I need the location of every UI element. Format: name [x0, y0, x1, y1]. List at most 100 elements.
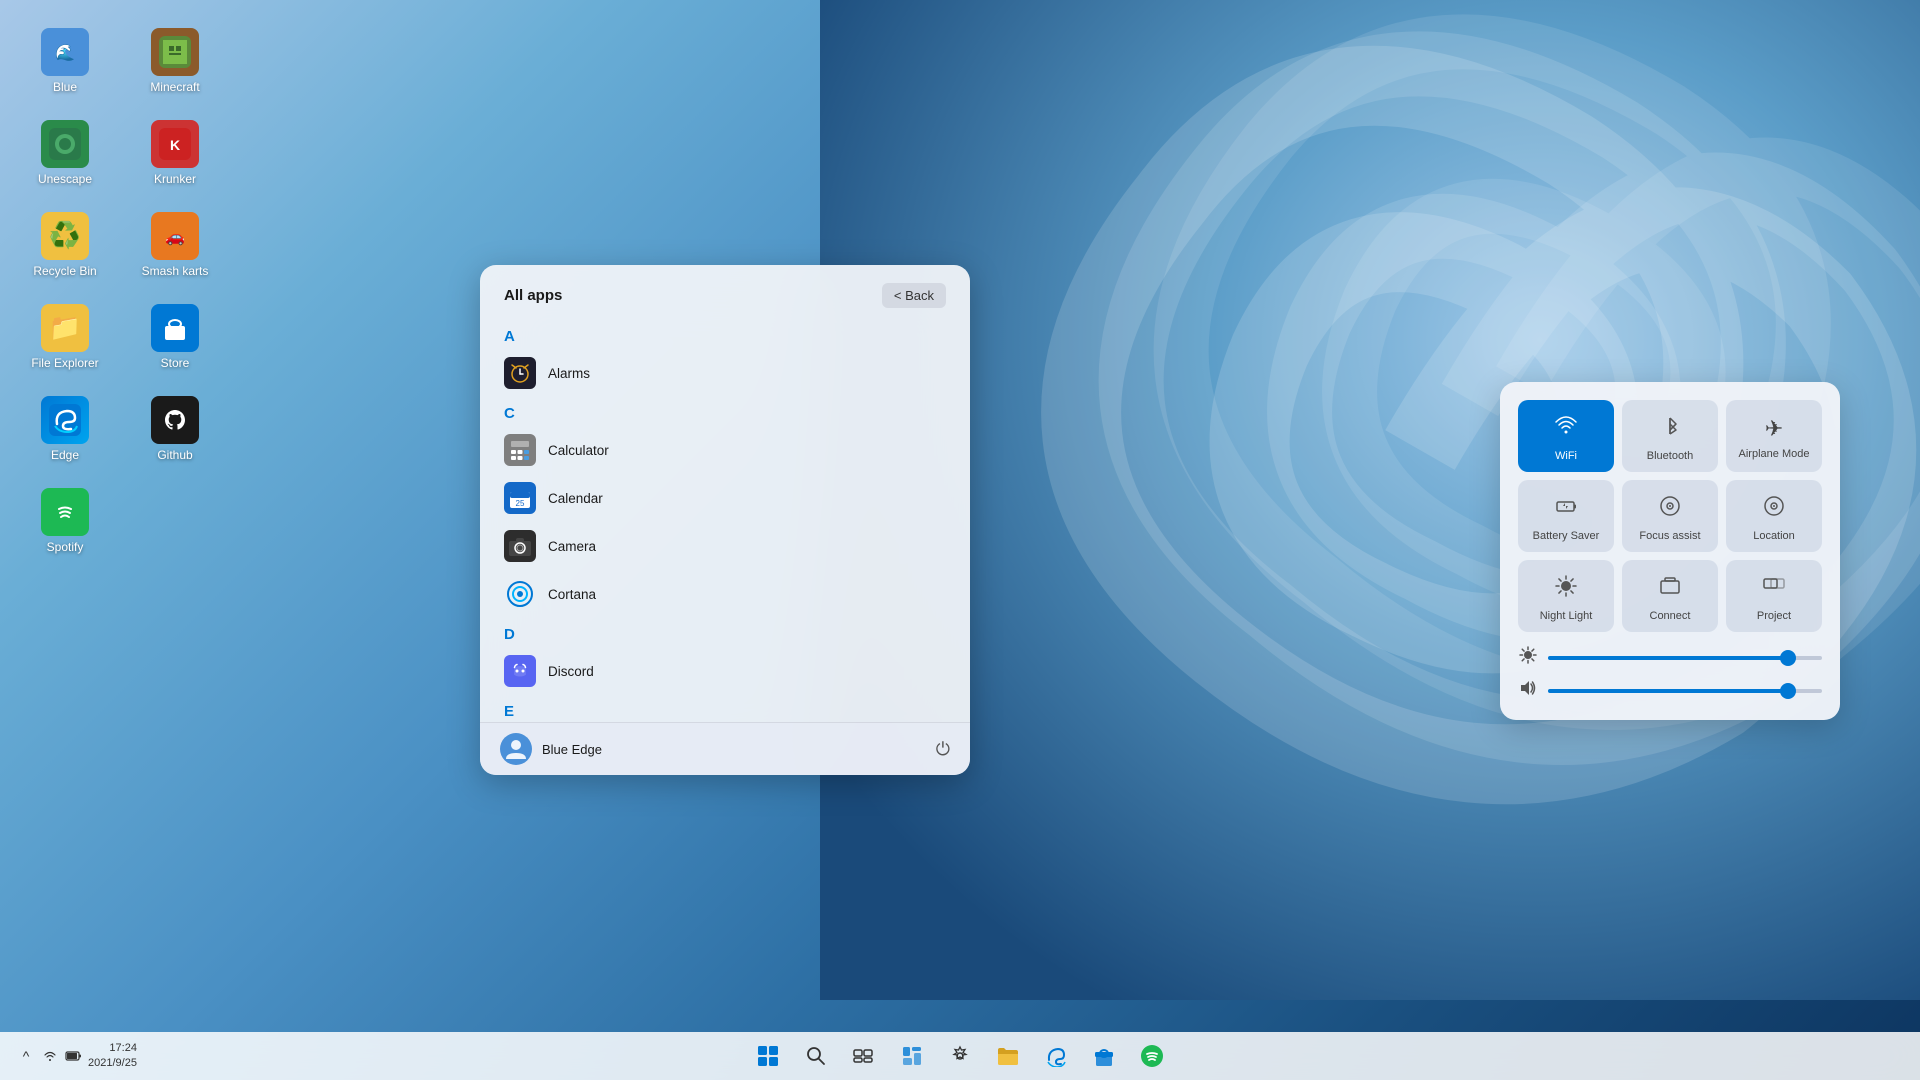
- github-icon-img: [151, 396, 199, 444]
- power-button[interactable]: ⏻: [936, 739, 950, 760]
- qs-tile-wifi[interactable]: WiFi: [1518, 400, 1614, 472]
- app-item-cortana[interactable]: Cortana: [496, 570, 954, 618]
- desktop-icon-blue[interactable]: 🌊 Blue: [20, 20, 110, 102]
- project-label: Project: [1757, 610, 1791, 622]
- cortana-label: Cortana: [548, 587, 596, 602]
- krunker-icon-img: K: [151, 120, 199, 168]
- desktop-icon-github[interactable]: Github: [130, 388, 220, 470]
- settings-taskbar-button[interactable]: [940, 1036, 980, 1076]
- volume-slider-row: [1518, 679, 1822, 702]
- location-icon: [1762, 494, 1786, 524]
- recycle-icon-img: ♻️: [41, 212, 89, 260]
- svg-text:🌊: 🌊: [55, 43, 75, 62]
- system-clock[interactable]: 17:24 2021/9/25: [88, 1041, 137, 1072]
- calendar-label: Calendar: [548, 491, 603, 506]
- recycle-icon-label: Recycle Bin: [33, 264, 96, 278]
- svg-text:🚗: 🚗: [165, 229, 185, 246]
- desktop-icon-minecraft[interactable]: Minecraft: [130, 20, 220, 102]
- calculator-label: Calculator: [548, 443, 609, 458]
- qs-tile-connect[interactable]: Connect: [1622, 560, 1718, 632]
- app-item-camera[interactable]: Camera: [496, 522, 954, 570]
- start-menu-header: All apps < Back: [480, 265, 970, 320]
- all-apps-title: All apps: [504, 287, 562, 304]
- desktop-icon-store[interactable]: Store: [130, 296, 220, 378]
- section-d-header: D: [496, 618, 954, 647]
- cortana-icon: [504, 578, 536, 610]
- bluetooth-label: Bluetooth: [1647, 450, 1693, 462]
- edge-taskbar-button[interactable]: [1036, 1036, 1076, 1076]
- start-menu: All apps < Back A Alarms C Calculator 25…: [480, 265, 970, 775]
- minecraft-icon-label: Minecraft: [150, 80, 199, 94]
- desktop-icon-smash[interactable]: 🚗 Smash karts: [130, 204, 220, 286]
- connect-label: Connect: [1650, 610, 1691, 622]
- fileexplorer-icon-label: File Explorer: [31, 356, 98, 370]
- desktop-icon-recycle[interactable]: ♻️ Recycle Bin: [20, 204, 110, 286]
- taskview-button[interactable]: [844, 1036, 884, 1076]
- battery-saver-icon: [1554, 494, 1578, 524]
- project-icon: [1762, 574, 1786, 604]
- airplane-label: Airplane Mode: [1739, 448, 1810, 460]
- qs-tiles-grid: WiFi Bluetooth ✈ Airplane Mode Battery S…: [1518, 400, 1822, 632]
- wifi-icon: [1554, 414, 1578, 444]
- spotify-icon-img: [41, 488, 89, 536]
- brightness-icon: [1518, 646, 1538, 669]
- nightlight-icon: [1554, 574, 1578, 604]
- start-menu-footer: Blue Edge ⏻: [480, 722, 970, 775]
- app-item-calendar[interactable]: 25 Calendar: [496, 474, 954, 522]
- desktop-icon-unescape[interactable]: Unescape: [20, 112, 110, 194]
- airplane-icon: ✈: [1765, 416, 1783, 442]
- tray-wifi[interactable]: [40, 1046, 60, 1066]
- spotify-taskbar-button[interactable]: [1132, 1036, 1172, 1076]
- smash-icon-img: 🚗: [151, 212, 199, 260]
- github-icon-label: Github: [157, 448, 192, 462]
- user-avatar: [500, 733, 532, 765]
- fileexplorer-taskbar-button[interactable]: [988, 1036, 1028, 1076]
- alarms-icon: [504, 357, 536, 389]
- widgets-button[interactable]: [892, 1036, 932, 1076]
- section-a-header: A: [496, 320, 954, 349]
- unescape-icon-label: Unescape: [38, 172, 92, 186]
- qs-tile-nightlight[interactable]: Night Light: [1518, 560, 1614, 632]
- alarms-label: Alarms: [548, 366, 590, 381]
- tray-battery[interactable]: [64, 1046, 84, 1066]
- start-button[interactable]: [748, 1036, 788, 1076]
- desktop-icon-fileexplorer[interactable]: 📁 File Explorer: [20, 296, 110, 378]
- brightness-slider[interactable]: [1548, 656, 1822, 660]
- wifi-label: WiFi: [1555, 450, 1577, 462]
- camera-label: Camera: [548, 539, 596, 554]
- footer-username: Blue Edge: [542, 742, 602, 757]
- desktop-icon-edge[interactable]: Edge: [20, 388, 110, 470]
- volume-slider[interactable]: [1548, 689, 1822, 693]
- qs-tile-focus[interactable]: Focus assist: [1622, 480, 1718, 552]
- smash-icon-label: Smash karts: [142, 264, 209, 278]
- clock-time: 17:24: [88, 1041, 137, 1056]
- qs-tile-location[interactable]: Location: [1726, 480, 1822, 552]
- svg-text:♻️: ♻️: [49, 220, 81, 250]
- calendar-icon: 25: [504, 482, 536, 514]
- svg-text:K: K: [170, 137, 180, 153]
- krunker-icon-label: Krunker: [154, 172, 196, 186]
- store-taskbar-button[interactable]: [1084, 1036, 1124, 1076]
- discord-icon: [504, 655, 536, 687]
- brightness-slider-row: [1518, 646, 1822, 669]
- tray-chevron[interactable]: ^: [16, 1046, 36, 1066]
- app-item-discord[interactable]: Discord: [496, 647, 954, 695]
- section-e-header: E: [496, 695, 954, 722]
- qs-tile-project[interactable]: Project: [1726, 560, 1822, 632]
- qs-tile-battery[interactable]: Battery Saver: [1518, 480, 1614, 552]
- desktop-icon-spotify[interactable]: Spotify: [20, 480, 110, 562]
- qs-tile-bluetooth[interactable]: Bluetooth: [1622, 400, 1718, 472]
- app-item-alarms[interactable]: Alarms: [496, 349, 954, 397]
- back-button[interactable]: < Back: [882, 283, 946, 308]
- minecraft-icon-img: [151, 28, 199, 76]
- app-item-calculator[interactable]: Calculator: [496, 426, 954, 474]
- footer-user[interactable]: Blue Edge: [500, 733, 602, 765]
- discord-label: Discord: [548, 664, 594, 679]
- qs-tile-airplane[interactable]: ✈ Airplane Mode: [1726, 400, 1822, 472]
- search-button[interactable]: [796, 1036, 836, 1076]
- section-c-header: C: [496, 397, 954, 426]
- desktop-icon-krunker[interactable]: K Krunker: [130, 112, 220, 194]
- edge-desktop-icon-label: Edge: [51, 448, 79, 462]
- bluetooth-icon: [1658, 414, 1682, 444]
- nightlight-label: Night Light: [1540, 610, 1593, 622]
